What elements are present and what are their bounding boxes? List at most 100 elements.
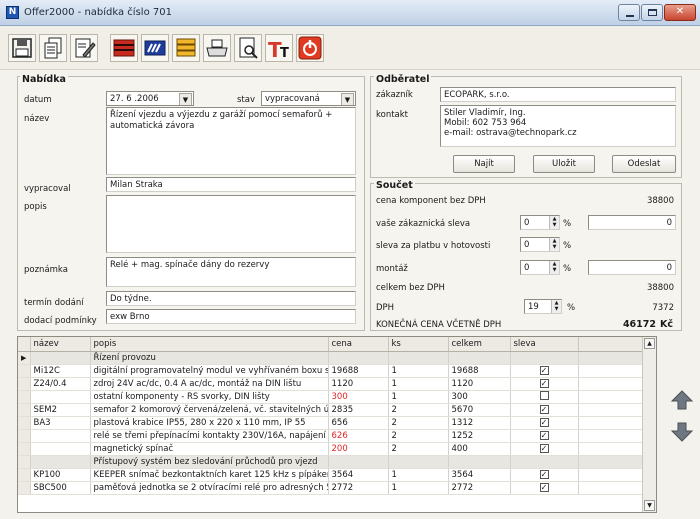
row-selector[interactable] [18, 390, 31, 404]
installation-stepper[interactable]: 0 ▲ ▼ [520, 260, 560, 275]
column-header[interactable]: sleva [510, 337, 579, 352]
grid-scrollbar[interactable]: ▲ ▼ [642, 337, 656, 512]
contact-field[interactable]: Stiler Vladimír, Ing. Mobil: 602 753 964… [440, 105, 676, 147]
cell-popis[interactable]: relé se třemi přepínacími kontakty 230V/… [90, 429, 329, 443]
table-row[interactable]: relé se třemi přepínacími kontakty 230V/… [18, 429, 644, 443]
installation-amount-field[interactable]: 0 [588, 260, 676, 275]
move-down-icon[interactable] [670, 421, 694, 443]
cell-cena[interactable] [328, 351, 389, 365]
find-button[interactable]: Najít [453, 155, 515, 173]
cell-celkem[interactable]: 2772 [448, 481, 511, 495]
row-selector[interactable] [18, 481, 31, 495]
customer-field[interactable]: ECOPARK, s.r.o. [440, 87, 676, 102]
date-picker[interactable]: 27. 6 .2006 ▼ [106, 91, 194, 106]
preview-icon[interactable] [234, 34, 262, 62]
cell-nazev[interactable]: Mi12C [30, 364, 91, 378]
cell-ks[interactable]: 2 [388, 429, 449, 443]
cell-nazev[interactable] [30, 442, 91, 456]
cell-ks[interactable]: 1 [388, 364, 449, 378]
cell-cena[interactable]: 2835 [328, 403, 389, 417]
delivery-terms-field[interactable]: exw Brno [106, 309, 356, 324]
cell-celkem[interactable]: 1120 [448, 377, 511, 391]
author-field[interactable]: Milan Straka [106, 177, 356, 192]
power-icon[interactable] [296, 34, 324, 62]
minimize-icon[interactable] [618, 4, 640, 21]
row-selector[interactable] [18, 455, 31, 469]
cell-popis[interactable]: plastová krabice IP55, 280 x 220 x 110 m… [90, 416, 329, 430]
cell-nazev[interactable]: Z24/0.4 [30, 377, 91, 391]
cell-cena[interactable]: 1120 [328, 377, 389, 391]
discount-checkbox[interactable]: ✓ [539, 430, 549, 440]
spin-arrows-icon[interactable]: ▲ ▼ [549, 238, 559, 251]
row-selector[interactable] [18, 442, 31, 456]
send-button[interactable]: Odeslat [612, 155, 676, 173]
discount-checkbox[interactable]: ✓ [539, 482, 549, 492]
column-header[interactable]: cena [328, 337, 389, 352]
status-select[interactable]: vypracovaná ▼ [261, 91, 356, 106]
library-icon[interactable] [110, 34, 138, 62]
table-row[interactable]: SBC500 paměťová jednotka se 2 otvíracími … [18, 481, 644, 495]
cell-ks[interactable]: 2 [388, 416, 449, 430]
cell-cena[interactable]: 656 [328, 416, 389, 430]
vat-percent-stepper[interactable]: 19 ▲ ▼ [524, 299, 562, 314]
cell-cena[interactable] [328, 455, 389, 469]
discount-checkbox[interactable]: ✓ [539, 378, 549, 388]
cell-nazev[interactable]: BA3 [30, 416, 91, 430]
cell-cena[interactable]: 3564 [328, 468, 389, 482]
cell-nazev[interactable]: SBC500 [30, 481, 91, 495]
discount-checkbox[interactable]: ✓ [539, 404, 549, 414]
title-bar[interactable]: N Offer2000 - nabídka číslo 701 ✕ [0, 0, 700, 26]
row-selector[interactable]: ▶ [18, 351, 31, 365]
chevron-down-icon[interactable]: ▼ [179, 93, 192, 105]
edit-icon[interactable] [70, 34, 98, 62]
column-header[interactable]: ks [388, 337, 449, 352]
cell-ks[interactable]: 2 [388, 403, 449, 417]
row-selector[interactable] [18, 364, 31, 378]
row-selector[interactable] [18, 468, 31, 482]
cell-cena[interactable]: 626 [328, 429, 389, 443]
table-row[interactable]: SEM2 semafor 2 komorový červená/zelená, v… [18, 403, 644, 417]
table-row[interactable]: Z24/0.4 zdroj 24V ac/dc, 0.4 A ac/dc, mon… [18, 377, 644, 391]
items-grid[interactable]: název popis cena ks celkem sleva ▶ Řízení prov… [17, 336, 657, 513]
row-selector[interactable] [18, 377, 31, 391]
table-row[interactable]: magnetický spínač 200 2 400 ✓ [18, 442, 644, 456]
close-icon[interactable]: ✕ [664, 4, 696, 21]
copy-icon[interactable] [39, 34, 67, 62]
table-row[interactable]: Přístupový systém bez sledování průchodů… [18, 455, 644, 469]
cell-cena[interactable]: 300 [328, 390, 389, 404]
cell-celkem[interactable]: 19688 [448, 364, 511, 378]
discount-checkbox[interactable]: ✓ [539, 365, 549, 375]
cash-discount-stepper[interactable]: 0 ▲ ▼ [520, 237, 560, 252]
cell-ks[interactable]: 1 [388, 468, 449, 482]
maximize-icon[interactable] [641, 4, 663, 21]
cell-ks[interactable]: 1 [388, 390, 449, 404]
spin-arrows-icon[interactable]: ▲ ▼ [549, 261, 559, 274]
note-field[interactable]: Relé + mag. spínače dány do rezervy [106, 257, 356, 287]
table-row[interactable]: KP100 KEEPER snímač bezkontaktních karet … [18, 468, 644, 482]
table-row[interactable]: ▶ Řízení provozu [18, 351, 644, 365]
stack-icon[interactable] [172, 34, 200, 62]
cell-cena[interactable]: 2772 [328, 481, 389, 495]
cell-ks[interactable]: 1 [388, 481, 449, 495]
cell-celkem[interactable] [448, 455, 511, 469]
row-selector[interactable] [18, 416, 31, 430]
table-row[interactable]: BA3 plastová krabice IP55, 280 x 220 x 11… [18, 416, 644, 430]
cell-popis[interactable]: Řízení provozu [90, 351, 329, 365]
description-field[interactable] [106, 195, 356, 253]
cell-celkem[interactable]: 1312 [448, 416, 511, 430]
cell-nazev[interactable] [30, 455, 91, 469]
spin-arrows-icon[interactable]: ▲ ▼ [551, 300, 561, 313]
cell-ks[interactable]: 2 [388, 442, 449, 456]
column-header[interactable]: celkem [448, 337, 511, 352]
cell-ks[interactable] [388, 455, 449, 469]
cell-popis[interactable]: Přístupový systém bez sledování průchodů… [90, 455, 329, 469]
cell-popis[interactable]: digitální programovatelný modul ve vyhří… [90, 364, 329, 378]
spin-arrows-icon[interactable]: ▲ ▼ [549, 216, 559, 229]
print-icon[interactable] [203, 34, 231, 62]
row-selector[interactable] [18, 429, 31, 443]
cell-popis[interactable]: semafor 2 komorový červená/zelená, vč. s… [90, 403, 329, 417]
title-field[interactable]: Řízení vjezdu a výjezdu z garáží pomocí … [106, 107, 356, 175]
cell-popis[interactable]: ostatní komponenty - RS svorky, DIN lišt… [90, 390, 329, 404]
cell-nazev[interactable] [30, 429, 91, 443]
scroll-down-icon[interactable]: ▼ [644, 500, 655, 511]
